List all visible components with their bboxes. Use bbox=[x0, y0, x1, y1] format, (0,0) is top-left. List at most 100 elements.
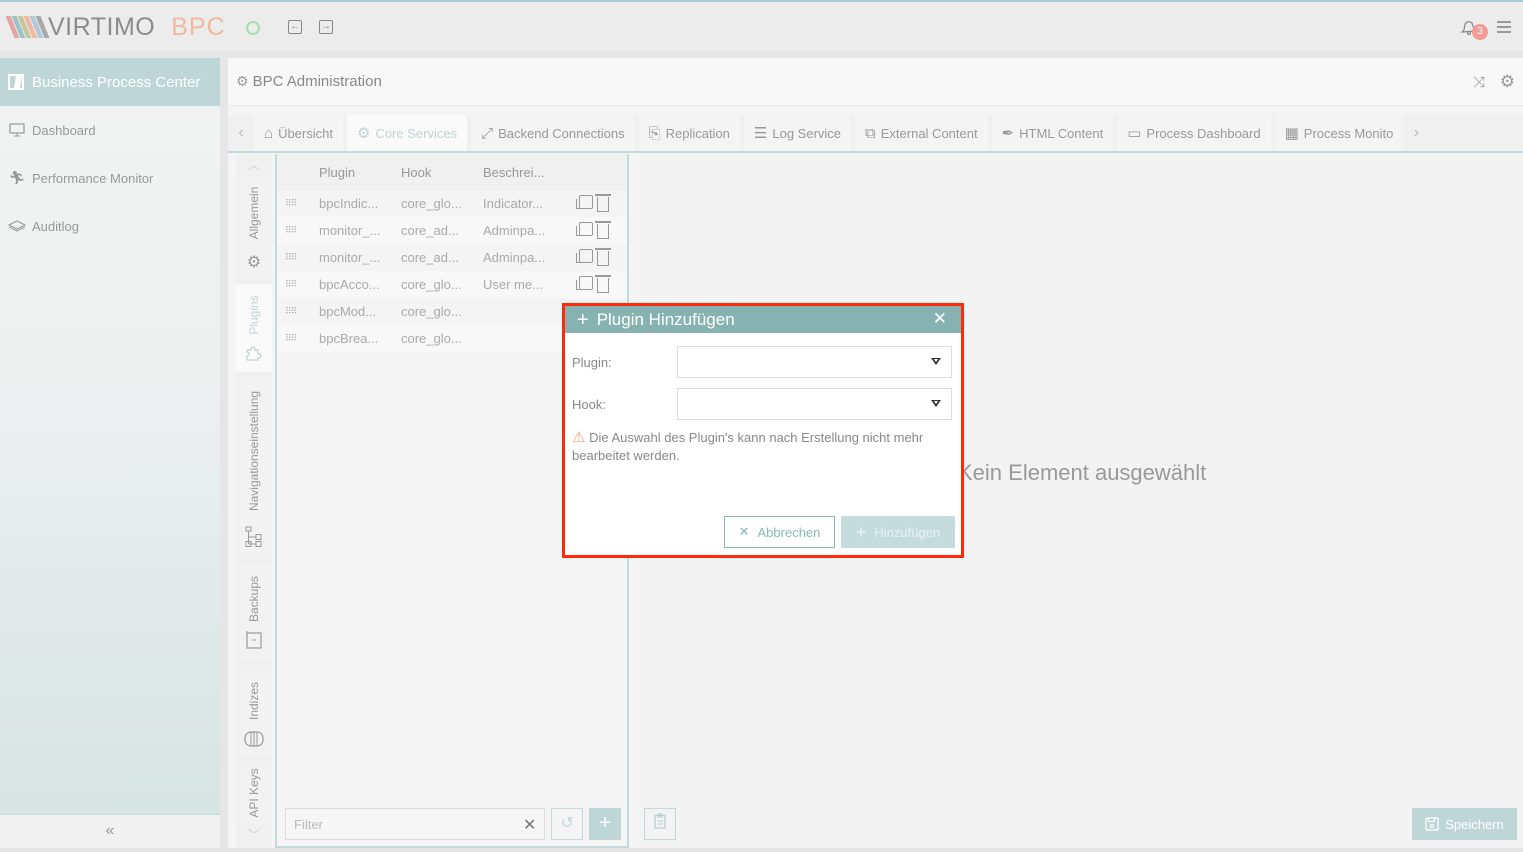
warning-message: ⚠ Die Auswahl des Plugin's kann nach Ers… bbox=[572, 429, 947, 465]
filter-input[interactable] bbox=[286, 809, 545, 839]
drag-handle-icon[interactable]: ⠿⠿ bbox=[277, 306, 319, 317]
back-arrow-icon[interactable]: ← bbox=[288, 20, 302, 34]
tab-process-monitor[interactable]: ▦ Process Monito bbox=[1274, 115, 1404, 151]
vtabs-scroll-up-icon[interactable]: ︿ bbox=[236, 156, 272, 173]
cell-description: Indicator... bbox=[483, 196, 543, 211]
menu-icon[interactable] bbox=[1497, 21, 1511, 33]
tab-backend-connections[interactable]: ⤢ Backend Connections bbox=[471, 115, 635, 151]
trash-icon[interactable] bbox=[595, 275, 611, 293]
table-row[interactable]: ⠿⠿ bpcIndic... core_glo... Indicator... bbox=[277, 190, 627, 217]
sidebar-item-auditlog[interactable]: Auditlog bbox=[0, 202, 220, 250]
sidebar-item-label: Performance Monitor bbox=[32, 170, 154, 186]
tab-log-service[interactable]: ☰ Log Service bbox=[743, 115, 852, 151]
row-actions bbox=[576, 248, 611, 266]
drag-handle-icon[interactable]: ⠿⠿ bbox=[277, 198, 319, 209]
vtab-api-keys[interactable]: API Keys bbox=[236, 762, 272, 824]
vtab-indizes[interactable]: Indizes bbox=[236, 666, 272, 756]
cell-plugin: monitor_... bbox=[319, 250, 381, 265]
sidebar-header[interactable]: Business Process Center bbox=[0, 58, 220, 106]
vtab-label: Allgemein bbox=[247, 186, 261, 240]
copy-icon[interactable] bbox=[576, 222, 593, 236]
clipboard-button[interactable] bbox=[644, 808, 676, 840]
cancel-button[interactable]: ✕ Abbrechen bbox=[724, 516, 835, 548]
cell-hook: core_glo... bbox=[401, 304, 462, 319]
copy-icon[interactable] bbox=[576, 276, 593, 290]
copy-icon[interactable] bbox=[576, 195, 593, 209]
drag-handle-icon[interactable]: ⠿⠿ bbox=[277, 279, 319, 290]
cell-description: User me... bbox=[483, 277, 543, 292]
hook-select[interactable] bbox=[677, 388, 952, 420]
warning-text: Die Auswahl des Plugin's kann nach Erste… bbox=[572, 430, 924, 463]
tab-process-dashboard[interactable]: ▭ Process Dashboard bbox=[1117, 115, 1271, 151]
add-label: Hinzufügen bbox=[874, 524, 941, 540]
bpc-logo-icon bbox=[8, 74, 24, 90]
vtabs-scroll-down-icon[interactable]: ﹀ bbox=[236, 826, 272, 843]
brand-name: VIRTIMO bbox=[48, 12, 156, 41]
cell-plugin: monitor_... bbox=[319, 223, 381, 238]
tab-label: HTML Content bbox=[1019, 125, 1104, 141]
tab-html-content[interactable]: ✒ HTML Content bbox=[991, 115, 1114, 151]
settings-gear-icon[interactable]: ⚙ bbox=[1500, 72, 1515, 92]
vtab-label: Plugins bbox=[247, 295, 261, 335]
hook-field-row: Hook: bbox=[572, 388, 952, 420]
tab-ubersicht[interactable]: ⌂ Übersicht bbox=[254, 115, 343, 151]
vtab-allgemein[interactable]: Allgemein ⚙ bbox=[236, 176, 272, 280]
monitor-icon: ▭ bbox=[1127, 125, 1142, 142]
vtab-plugins[interactable]: Plugins bbox=[236, 284, 272, 372]
save-button[interactable]: Speichern bbox=[1412, 808, 1517, 840]
drag-handle-icon[interactable]: ⠿⠿ bbox=[277, 333, 319, 344]
tabs-scroll-right-icon[interactable]: › bbox=[1403, 115, 1429, 151]
plugin-select[interactable] bbox=[677, 346, 952, 378]
gears-icon: ⚙ bbox=[246, 254, 262, 271]
sidebar-item-performance-monitor[interactable]: 🏃︎ Performance Monitor bbox=[0, 154, 220, 202]
pen-nib-icon: ✒ bbox=[1001, 125, 1015, 142]
close-icon[interactable]: ✕ bbox=[933, 309, 947, 329]
tabs-scroll-left-icon[interactable]: ‹ bbox=[228, 115, 254, 151]
cell-plugin: bpcMod... bbox=[319, 304, 377, 319]
sidebar-title: Business Process Center bbox=[32, 73, 201, 91]
refresh-button[interactable]: ↺ bbox=[551, 808, 584, 840]
add-button[interactable]: + Hinzufügen bbox=[841, 516, 955, 548]
tab-core-services[interactable]: ⚙ Core Services bbox=[346, 115, 468, 151]
tab-external-content[interactable]: ⧉ External Content bbox=[855, 115, 988, 151]
column-header-plugin[interactable]: Plugin bbox=[319, 165, 401, 180]
vtab-label: API Keys bbox=[247, 768, 261, 818]
tab-replication[interactable]: ⎘ Replication bbox=[638, 115, 740, 151]
cell-plugin: bpcBrea... bbox=[319, 331, 379, 346]
copy-icon[interactable] bbox=[576, 249, 593, 263]
drag-handle-icon[interactable]: ⠿⠿ bbox=[277, 225, 319, 236]
shuffle-icon[interactable]: ⤨ bbox=[1473, 74, 1485, 91]
tab-label: Übersicht bbox=[278, 125, 333, 141]
close-icon: ✕ bbox=[738, 524, 750, 539]
sidebar-item-dashboard[interactable]: Dashboard bbox=[0, 106, 220, 154]
row-actions bbox=[576, 275, 611, 293]
table-row[interactable]: ⠿⠿ bpcAcco... core_glo... User me... bbox=[277, 271, 627, 298]
floppy-disk-icon bbox=[1425, 817, 1439, 831]
trash-icon[interactable] bbox=[595, 221, 611, 239]
clear-filter-icon[interactable]: ✕ bbox=[523, 815, 536, 835]
puzzle-icon bbox=[244, 342, 264, 362]
column-header-hook[interactable]: Hook bbox=[401, 165, 483, 180]
table-row[interactable]: ⠿⠿ monitor_... core_ad... Adminpa... bbox=[277, 244, 627, 271]
archive-icon bbox=[244, 630, 264, 650]
vtab-backups[interactable]: Backups bbox=[236, 564, 272, 660]
list-icon: ☰ bbox=[753, 125, 768, 142]
expand-arrows-icon: ⤢ bbox=[481, 124, 494, 142]
add-plugin-button[interactable]: + bbox=[589, 808, 621, 840]
filter-field: ✕ bbox=[285, 808, 546, 840]
tab-label: Core Services bbox=[375, 125, 458, 141]
table-row[interactable]: ⠿⠿ monitor_... core_ad... Adminpa... bbox=[277, 217, 627, 244]
product-name: BPC bbox=[171, 12, 226, 41]
vtab-label: Backups bbox=[247, 575, 261, 623]
collapse-sidebar-button[interactable]: « bbox=[0, 814, 220, 848]
cell-description: Adminpa... bbox=[483, 250, 546, 265]
drag-handle-icon[interactable]: ⠿⠿ bbox=[277, 252, 319, 263]
forward-arrow-icon[interactable]: → bbox=[319, 20, 333, 34]
plus-icon: + bbox=[599, 812, 611, 834]
row-actions bbox=[576, 221, 611, 239]
home-icon: ⌂ bbox=[264, 124, 274, 142]
vtab-navigationseinstellung[interactable]: Navigationseinstellung bbox=[236, 376, 272, 554]
column-header-beschreibung[interactable]: Beschrei... bbox=[483, 165, 544, 180]
trash-icon[interactable] bbox=[595, 194, 611, 212]
trash-icon[interactable] bbox=[595, 248, 611, 266]
